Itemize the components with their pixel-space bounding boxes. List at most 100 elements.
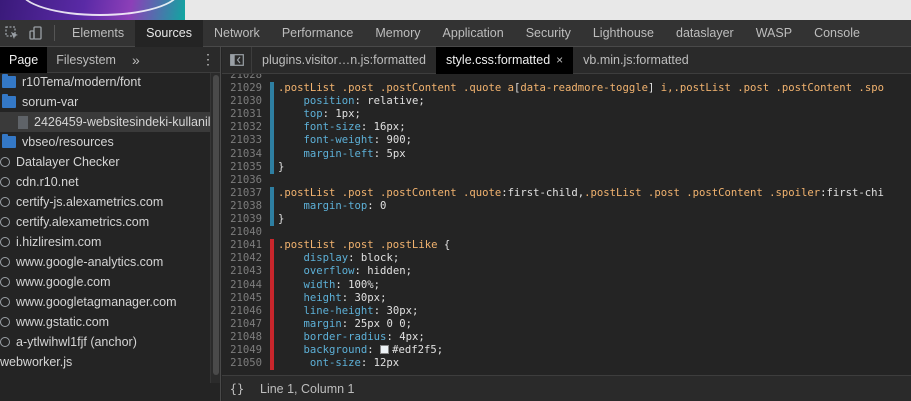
line-number[interactable]: 21032: [222, 121, 270, 134]
line-number[interactable]: 21030: [222, 95, 270, 108]
tab-wasp[interactable]: WASP: [745, 20, 803, 47]
line-number[interactable]: 21031: [222, 108, 270, 121]
tree-item[interactable]: sorum-var: [0, 92, 210, 112]
code-line: 21039}: [222, 213, 911, 227]
tree-item[interactable]: www.google-analytics.com: [0, 252, 210, 272]
tree-item[interactable]: certify.alexametrics.com: [0, 212, 210, 232]
tree-item[interactable]: www.gstatic.com: [0, 312, 210, 332]
line-number[interactable]: 21038: [222, 200, 270, 213]
line-number[interactable]: 21043: [222, 265, 270, 278]
code-text: top: 1px;: [274, 108, 361, 121]
cursor-position: Line 1, Column 1: [260, 381, 355, 396]
line-number[interactable]: 21037: [222, 187, 270, 200]
line-number[interactable]: 21047: [222, 318, 270, 331]
line-number[interactable]: 21045: [222, 292, 270, 305]
tab-lighthouse[interactable]: Lighthouse: [582, 20, 665, 47]
code-line: 21042 display: block;: [222, 252, 911, 266]
pretty-print-button[interactable]: {}: [222, 382, 252, 396]
tree-item[interactable]: vbseo/resources: [0, 132, 210, 152]
tree-item[interactable]: i.hizliresim.com: [0, 232, 210, 252]
tree-item[interactable]: certify-js.alexametrics.com: [0, 192, 210, 212]
tree-item[interactable]: 2426459-websitesindeki-kullanilm: [0, 112, 220, 132]
code-text: display: block;: [274, 252, 400, 265]
css-property: background: [303, 343, 368, 356]
tree-item-label: certify.alexametrics.com: [16, 215, 150, 229]
css-value: [278, 252, 304, 264]
line-number[interactable]: 21049: [222, 344, 270, 357]
line-number[interactable]: 21035: [222, 161, 270, 174]
tree-item[interactable]: a-ytlwihwl1fjf (anchor): [0, 332, 210, 352]
line-number[interactable]: 21050: [222, 357, 270, 370]
close-tab-icon[interactable]: ×: [556, 53, 563, 67]
css-value: [278, 265, 304, 277]
code-line: 21041 .postList .post .postLike {: [222, 239, 911, 253]
code-line: 21032 font-size: 16px;: [222, 121, 911, 135]
css-value: [278, 331, 304, 343]
css-value: [278, 95, 304, 107]
tab-application[interactable]: Application: [432, 20, 515, 47]
tree-item-label: www.google-analytics.com: [16, 255, 164, 269]
code-line: 21040: [222, 226, 911, 239]
editor-tab[interactable]: vb.min.js:formatted: [573, 47, 699, 74]
folder-icon: [2, 94, 16, 108]
tab-performance[interactable]: Performance: [271, 20, 365, 47]
line-number[interactable]: 21048: [222, 331, 270, 344]
domain-icon: [0, 197, 10, 207]
line-number[interactable]: 21036: [222, 174, 270, 187]
color-swatch[interactable]: [380, 344, 390, 354]
device-toolbar-icon[interactable]: [24, 20, 48, 47]
code-text: overflow: hidden;: [274, 265, 412, 278]
line-number[interactable]: 21039: [222, 213, 270, 226]
tab-dataslayer[interactable]: dataslayer: [665, 20, 745, 47]
editor-tabs: plugins.visitor…n.js:formatted style.css:…: [222, 46, 911, 74]
line-number[interactable]: 21042: [222, 252, 270, 265]
tree-item[interactable]: Datalayer Checker: [0, 152, 210, 172]
tab-memory[interactable]: Memory: [364, 20, 431, 47]
tab-elements[interactable]: Elements: [61, 20, 135, 47]
tree-item[interactable]: webworker.js: [0, 352, 210, 372]
line-number[interactable]: 21044: [222, 279, 270, 292]
tab-page[interactable]: Page: [0, 47, 48, 73]
tree-item[interactable]: www.googletagmanager.com: [0, 292, 210, 312]
css-value: [278, 357, 310, 369]
editor-tab[interactable]: plugins.visitor…n.js:formatted: [252, 47, 436, 74]
tab-network[interactable]: Network: [203, 20, 271, 47]
more-tabs-icon[interactable]: »: [125, 52, 147, 68]
line-number[interactable]: 21029: [222, 82, 270, 95]
tree-scrollbar[interactable]: [210, 73, 220, 383]
domain-icon: [0, 257, 10, 267]
tab-console[interactable]: Console: [803, 20, 871, 47]
tree-item[interactable]: r10Tema/modern/font: [0, 73, 210, 92]
tree-item[interactable]: cdn.r10.net: [0, 172, 210, 192]
code-text: background: #edf2f5;: [274, 343, 444, 357]
css-value: [278, 344, 304, 356]
folder-icon: [2, 74, 16, 88]
tree-item[interactable]: www.google.com: [0, 272, 210, 292]
css-property: font-weight: [303, 134, 374, 147]
code-view[interactable]: 21028 21029 .postList .post .postContent .…: [222, 74, 911, 375]
css-value: [278, 292, 304, 304]
code-text: border-radius: 4px;: [274, 331, 425, 344]
line-number[interactable]: 21040: [222, 226, 270, 239]
navigator-menu-icon[interactable]: ⋮: [196, 51, 220, 68]
css-value: :first-chi: [820, 186, 884, 199]
line-number[interactable]: 21033: [222, 134, 270, 147]
tab-filesystem[interactable]: Filesystem: [47, 47, 125, 73]
line-number[interactable]: 21028: [222, 74, 270, 82]
code-line: 21038 margin-top: 0: [222, 199, 911, 214]
inspect-element-icon[interactable]: [0, 20, 24, 47]
domain-icon: [0, 297, 10, 307]
line-number[interactable]: 21034: [222, 148, 270, 161]
editor-tab[interactable]: style.css:formatted ×: [435, 46, 574, 74]
domain-icon: [0, 177, 10, 187]
editor-status-bar: {} Line 1, Column 1: [222, 375, 911, 401]
tree-item-label: webworker.js: [0, 355, 73, 369]
tab-security[interactable]: Security: [515, 20, 582, 47]
line-number[interactable]: 21046: [222, 305, 270, 318]
toggle-navigator-icon[interactable]: [222, 46, 252, 74]
code-line: 21050 ont-size: 12px: [222, 357, 911, 371]
css-value: : 0: [367, 199, 387, 212]
tab-sources[interactable]: Sources: [135, 19, 203, 47]
line-number[interactable]: 21041: [222, 239, 270, 252]
